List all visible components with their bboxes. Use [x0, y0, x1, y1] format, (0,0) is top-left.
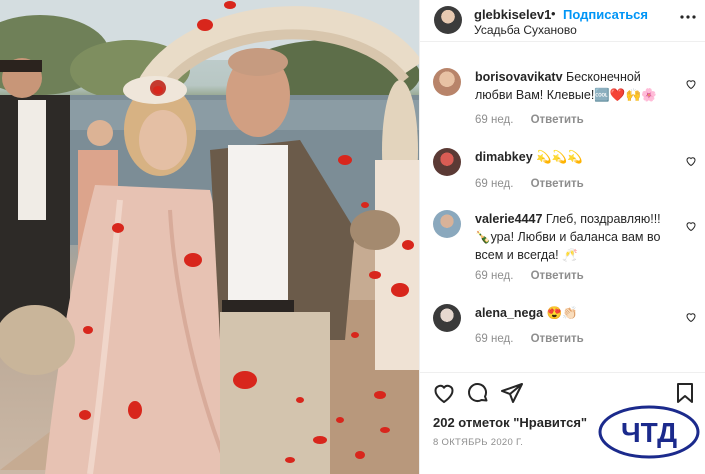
commenter-avatar[interactable] [433, 68, 461, 96]
reply-button[interactable]: Ответить [531, 114, 584, 126]
comment-body: dimabkey 💫💫💫 [475, 148, 675, 166]
wedding-photo-illustration [0, 0, 419, 474]
follow-button[interactable]: Подписаться [563, 7, 648, 22]
comment-age: 69 нед. [475, 114, 514, 126]
comment-meta: 69 нед. Ответить [475, 114, 584, 126]
post-location[interactable]: Усадьба Суханово [474, 23, 577, 37]
comment-text: 💫💫💫 [536, 150, 583, 164]
heart-icon[interactable] [685, 311, 697, 323]
author-username[interactable]: glebkiselev1 [474, 7, 551, 22]
comment-text: 😍👏🏻 [546, 306, 578, 320]
more-horizontal-icon[interactable] [679, 8, 697, 26]
share-icon[interactable] [500, 381, 524, 405]
comment-body: alena_nega 😍👏🏻 [475, 304, 675, 322]
comment-item: valerie4447 Глеб, поздравляю!!! 🍾ура! Лю… [420, 210, 705, 290]
heart-icon[interactable] [685, 220, 697, 232]
reply-button[interactable]: Ответить [531, 333, 584, 345]
comment-item: borisovavikatv Бесконечной любви Вам! Кл… [420, 68, 705, 143]
comments-list: borisovavikatv Бесконечной любви Вам! Кл… [420, 42, 705, 370]
comment-item: alena_nega 😍👏🏻 69 нед. Ответить [420, 304, 705, 354]
comment-meta: 69 нед. Ответить [475, 333, 584, 345]
header-separator: • [551, 6, 556, 21]
likes-count[interactable]: 202 отметок "Нравится" [433, 415, 587, 430]
post-date: 8 ОКТЯБРЬ 2020 Г. [433, 437, 524, 448]
commenter-avatar[interactable] [433, 304, 461, 332]
heart-icon[interactable] [685, 155, 697, 167]
commenter-avatar[interactable] [433, 148, 461, 176]
commenter-avatar[interactable] [433, 210, 461, 238]
comment-username[interactable]: valerie4447 [475, 212, 542, 226]
bookmark-icon[interactable] [673, 381, 697, 405]
reply-button[interactable]: Ответить [531, 178, 584, 190]
comment-icon[interactable] [466, 381, 490, 405]
comment-username[interactable]: dimabkey [475, 150, 533, 164]
comment-age: 69 нед. [475, 270, 514, 282]
comment-age: 69 нед. [475, 333, 514, 345]
post-header: glebkiselev1 • Подписаться Усадьба Сухан… [420, 0, 705, 42]
reply-button[interactable]: Ответить [531, 270, 584, 282]
post-side-panel: glebkiselev1 • Подписаться Усадьба Сухан… [419, 0, 705, 474]
comment-item: dimabkey 💫💫💫 69 нед. Ответить [420, 148, 705, 198]
comment-meta: 69 нед. Ответить [475, 178, 584, 190]
post-photo[interactable] [0, 0, 419, 474]
author-avatar[interactable] [434, 6, 462, 34]
comment-username[interactable]: borisovavikatv [475, 70, 563, 84]
comment-username[interactable]: alena_nega [475, 306, 543, 320]
watermark-text: ЧТД [621, 417, 677, 448]
heart-icon[interactable] [685, 78, 697, 90]
comment-body: borisovavikatv Бесконечной любви Вам! Кл… [475, 68, 675, 104]
comment-age: 69 нед. [475, 178, 514, 190]
comment-body: valerie4447 Глеб, поздравляю!!! 🍾ура! Лю… [475, 210, 675, 264]
chtd-logo: ЧТД [597, 404, 701, 460]
comment-meta: 69 нед. Ответить [475, 270, 584, 282]
heart-icon[interactable] [432, 381, 456, 405]
